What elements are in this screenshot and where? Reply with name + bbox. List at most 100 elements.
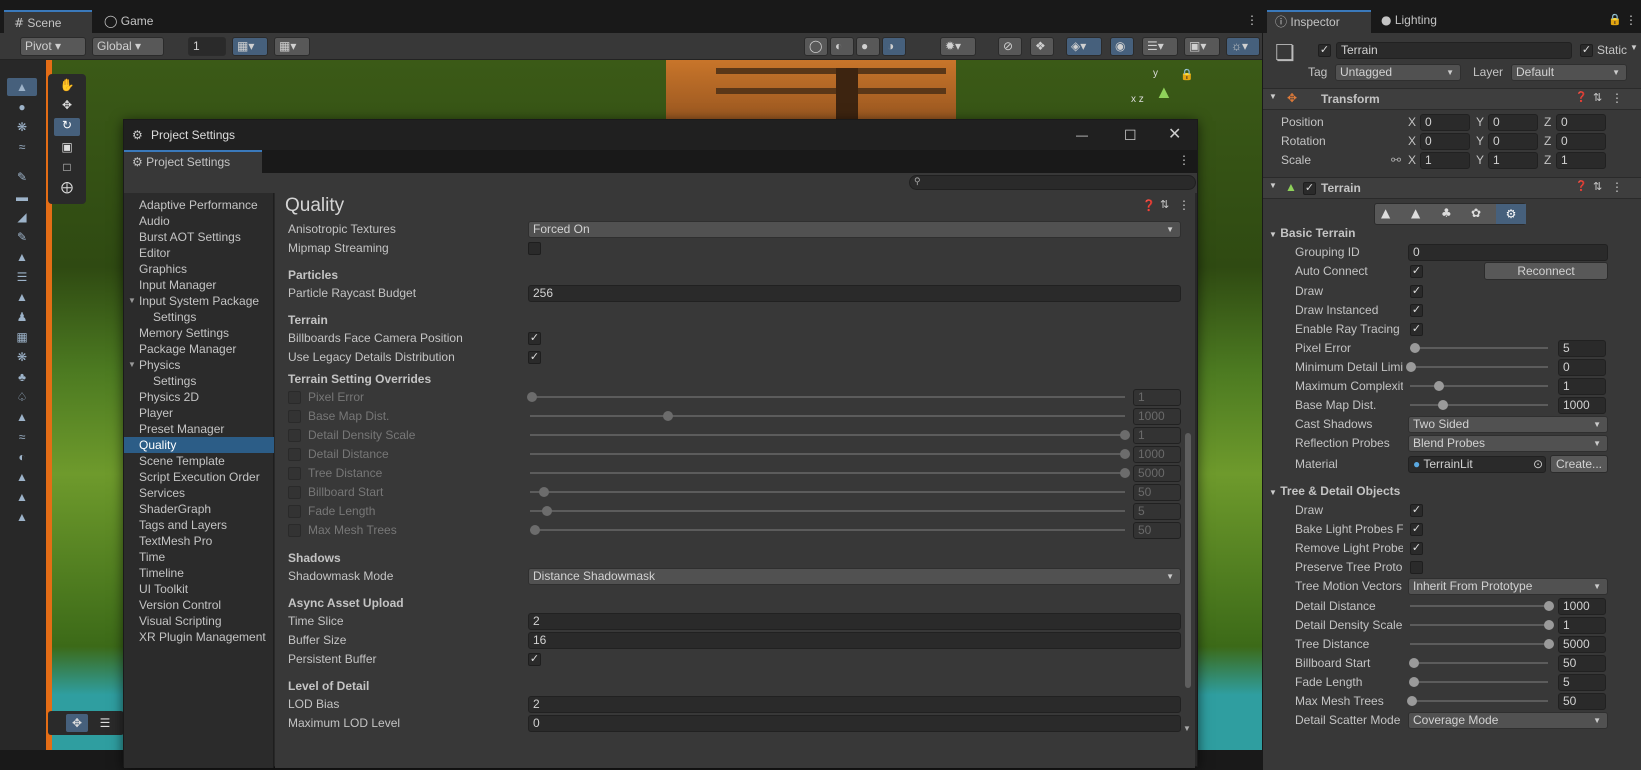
override-checkbox[interactable] — [288, 486, 301, 499]
terrace-icon[interactable]: ☰ — [7, 268, 37, 286]
slider-knob[interactable] — [538, 487, 549, 497]
slider-knob[interactable] — [1120, 449, 1130, 459]
detail-scatter-dropdown[interactable]: Coverage Mode ▼ — [1408, 712, 1608, 729]
nav-item[interactable]: Visual Scripting — [124, 613, 274, 629]
buffer-size-field[interactable]: 16 — [528, 632, 1181, 649]
tree-distance-slider-knob[interactable] — [1544, 639, 1554, 649]
legacy-details-checkbox[interactable]: ✓ — [528, 351, 541, 364]
position-x-field[interactable]: 0 — [1420, 114, 1470, 131]
hand-tool-icon[interactable]: ✋ — [54, 78, 80, 94]
more-options-icon[interactable]: ⋮ — [1178, 198, 1190, 212]
layer-dropdown[interactable]: Default ▼ — [1511, 64, 1627, 81]
sculpt-icon[interactable]: ♤ — [7, 388, 37, 406]
stamp-icon[interactable]: ✎ — [7, 168, 37, 186]
nav-item[interactable]: ▼ Physics — [124, 357, 274, 373]
nav-item[interactable]: Timeline — [124, 565, 274, 581]
nav-item[interactable]: Player — [124, 405, 274, 421]
minimize-icon[interactable]: — — [1076, 120, 1088, 150]
billboard-start-slider-knob[interactable] — [1408, 658, 1419, 668]
presets-icon[interactable]: ⇅ — [1593, 91, 1602, 104]
slider-knob[interactable] — [541, 506, 552, 516]
slider-knob[interactable] — [529, 525, 540, 535]
grid-visibility-icon[interactable]: ▦▾ — [274, 37, 310, 56]
fade-length-slider-knob[interactable] — [1409, 677, 1420, 687]
nav-item[interactable]: XR Plugin Management — [124, 629, 274, 645]
particle-budget-field[interactable]: 256 — [528, 285, 1181, 302]
more-options-icon[interactable]: ⋮ — [1625, 13, 1637, 27]
help-icon[interactable]: ❓ — [1575, 181, 1587, 192]
tag-dropdown[interactable]: Untagged ▼ — [1335, 64, 1461, 81]
billboards-checkbox[interactable]: ✓ — [528, 332, 541, 345]
cast-shadows-dropdown[interactable]: Two Sided ▼ — [1408, 416, 1608, 433]
cliff-icon[interactable]: ▲ — [7, 508, 37, 526]
draw-checkbox[interactable]: ✓ — [1410, 285, 1423, 298]
override-value-field[interactable]: 50 — [1133, 484, 1181, 501]
pivot-dropdown[interactable]: Pivot ▾ — [20, 37, 86, 56]
scale-x-field[interactable]: 1 — [1420, 152, 1470, 169]
persistent-buffer-checkbox[interactable]: ✓ — [528, 653, 541, 666]
anisotropic-dropdown[interactable]: Forced On ▼ — [528, 221, 1181, 238]
tab-lighting[interactable]: ● Lighting — [1373, 10, 1459, 33]
override-checkbox[interactable] — [288, 429, 301, 442]
max-mesh-trees-slider-knob[interactable] — [1406, 696, 1417, 706]
remove-light-probes-checkbox[interactable]: ✓ — [1410, 542, 1423, 555]
scale-tool-icon[interactable]: ▣ — [54, 140, 80, 156]
position-y-field[interactable]: 0 — [1488, 114, 1538, 131]
override-value-field[interactable]: 1 — [1133, 427, 1181, 444]
tree-draw-checkbox[interactable]: ✓ — [1410, 504, 1423, 517]
tab-inspector[interactable]: ⓘ Inspector — [1267, 10, 1371, 33]
min-detail-field[interactable]: 0 — [1558, 359, 1606, 376]
nav-item[interactable]: ShaderGraph — [124, 501, 274, 517]
nav-item[interactable]: UI Toolkit — [124, 581, 274, 597]
paint-details-icon[interactable]: ✿ — [1471, 206, 1481, 220]
nav-item[interactable]: Settings — [124, 309, 274, 325]
nav-item[interactable]: Services — [124, 485, 274, 501]
position-z-field[interactable]: 0 — [1556, 114, 1606, 131]
override-checkbox[interactable] — [288, 391, 301, 404]
override-checkbox[interactable] — [288, 467, 301, 480]
twist-icon[interactable]: ❋ — [7, 348, 37, 366]
shadowmask-dropdown[interactable]: Distance Shadowmask ▼ — [528, 568, 1181, 585]
nav-item[interactable]: TextMesh Pro — [124, 533, 274, 549]
slider-knob[interactable] — [1120, 468, 1130, 478]
override-value-field[interactable]: 5 — [1133, 503, 1181, 520]
create-material-button[interactable]: Create... — [1550, 455, 1608, 473]
hills-icon[interactable]: ▲ — [7, 468, 37, 486]
move-icon[interactable]: ✥ — [66, 714, 88, 732]
bridge-icon[interactable]: ▬ — [7, 188, 37, 206]
visibility-icon[interactable]: ◉ — [1110, 37, 1134, 56]
shaded-wireframe-icon[interactable]: ◐ — [830, 37, 854, 56]
chevron-down-icon[interactable]: ▼ — [128, 293, 136, 309]
slider-knob[interactable] — [1120, 430, 1130, 440]
gizmos-icon[interactable]: ☼▾ — [1226, 37, 1260, 56]
debug-icon[interactable]: ✹▾ — [940, 37, 976, 56]
override-checkbox[interactable] — [288, 524, 301, 537]
override-value-field[interactable]: 1000 — [1133, 408, 1181, 425]
override-checkbox[interactable] — [288, 448, 301, 461]
move-tool-icon[interactable]: ✥ — [54, 98, 80, 114]
override-checkbox[interactable] — [288, 505, 301, 518]
nav-item[interactable]: Time — [124, 549, 274, 565]
min-detail-slider-knob[interactable] — [1406, 362, 1416, 372]
more-options-icon[interactable]: ⋮ — [1178, 153, 1190, 167]
scroll-down-icon[interactable]: ▼ — [1183, 724, 1191, 733]
layers-icon[interactable]: ☰▾ — [1142, 37, 1178, 56]
base-map-field[interactable]: 1000 — [1558, 397, 1606, 414]
global-dropdown[interactable]: Global ▾ — [92, 37, 164, 56]
static-checkbox[interactable]: ✓ — [1580, 44, 1593, 57]
slope-icon[interactable]: ◢ — [7, 208, 37, 226]
nav-item[interactable]: Package Manager — [124, 341, 274, 357]
auto-connect-checkbox[interactable]: ✓ — [1410, 265, 1423, 278]
max-mesh-trees-field[interactable]: 50 — [1558, 693, 1606, 710]
rotation-x-field[interactable]: 0 — [1420, 133, 1470, 150]
nav-item[interactable]: Scene Template — [124, 453, 274, 469]
grid-size-field[interactable]: 1 — [188, 37, 226, 56]
nav-item[interactable]: Graphics — [124, 261, 274, 277]
override-checkbox[interactable] — [288, 410, 301, 423]
nav-item[interactable]: Preset Manager — [124, 421, 274, 437]
time-slice-field[interactable]: 2 — [528, 613, 1181, 630]
2d-toggle-icon[interactable]: ⊘ — [998, 37, 1022, 56]
override-value-field[interactable]: 1 — [1133, 389, 1181, 406]
ray-tracing-checkbox[interactable]: ✓ — [1410, 323, 1423, 336]
tab-project-settings[interactable]: ⚙ Project Settings — [124, 150, 262, 173]
